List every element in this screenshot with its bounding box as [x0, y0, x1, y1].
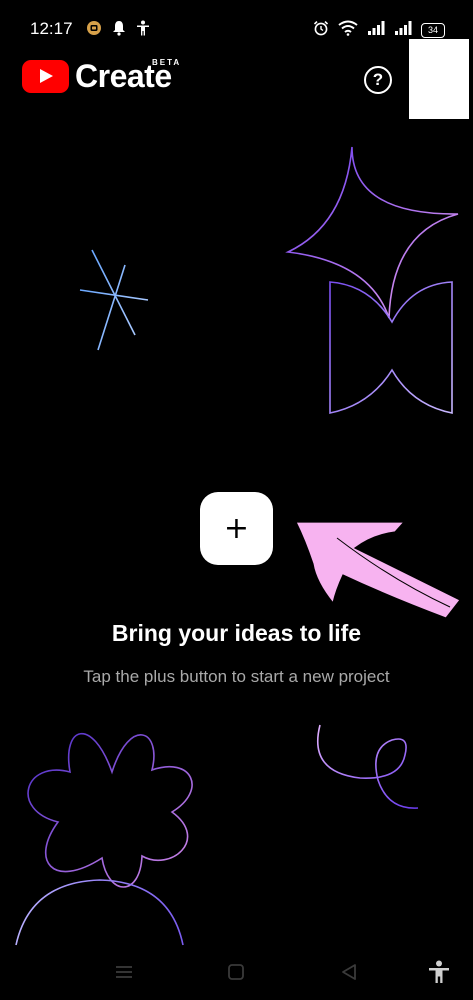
create-project-button[interactable]: +: [200, 492, 273, 565]
curl-decoration: [316, 724, 419, 809]
empty-state-title: Bring your ideas to life: [111, 620, 362, 646]
back-triangle-icon[interactable]: [335, 958, 363, 986]
screen: 12:17 34 Create BETA ? + Bring your idea…: [0, 0, 473, 1000]
menu-icon[interactable]: [110, 958, 138, 986]
star-decoration: [285, 146, 459, 319]
sparkle-decoration: [79, 249, 149, 351]
system-nav-bar: [0, 942, 473, 1000]
annotation-arrow-icon: [295, 521, 461, 619]
accessibility-icon[interactable]: [425, 958, 453, 986]
arc-decoration: [15, 879, 184, 946]
empty-state-subtitle: Tap the plus button to start a new proje…: [83, 667, 390, 686]
flower-decoration: [27, 732, 193, 888]
home-square-icon[interactable]: [222, 958, 250, 986]
